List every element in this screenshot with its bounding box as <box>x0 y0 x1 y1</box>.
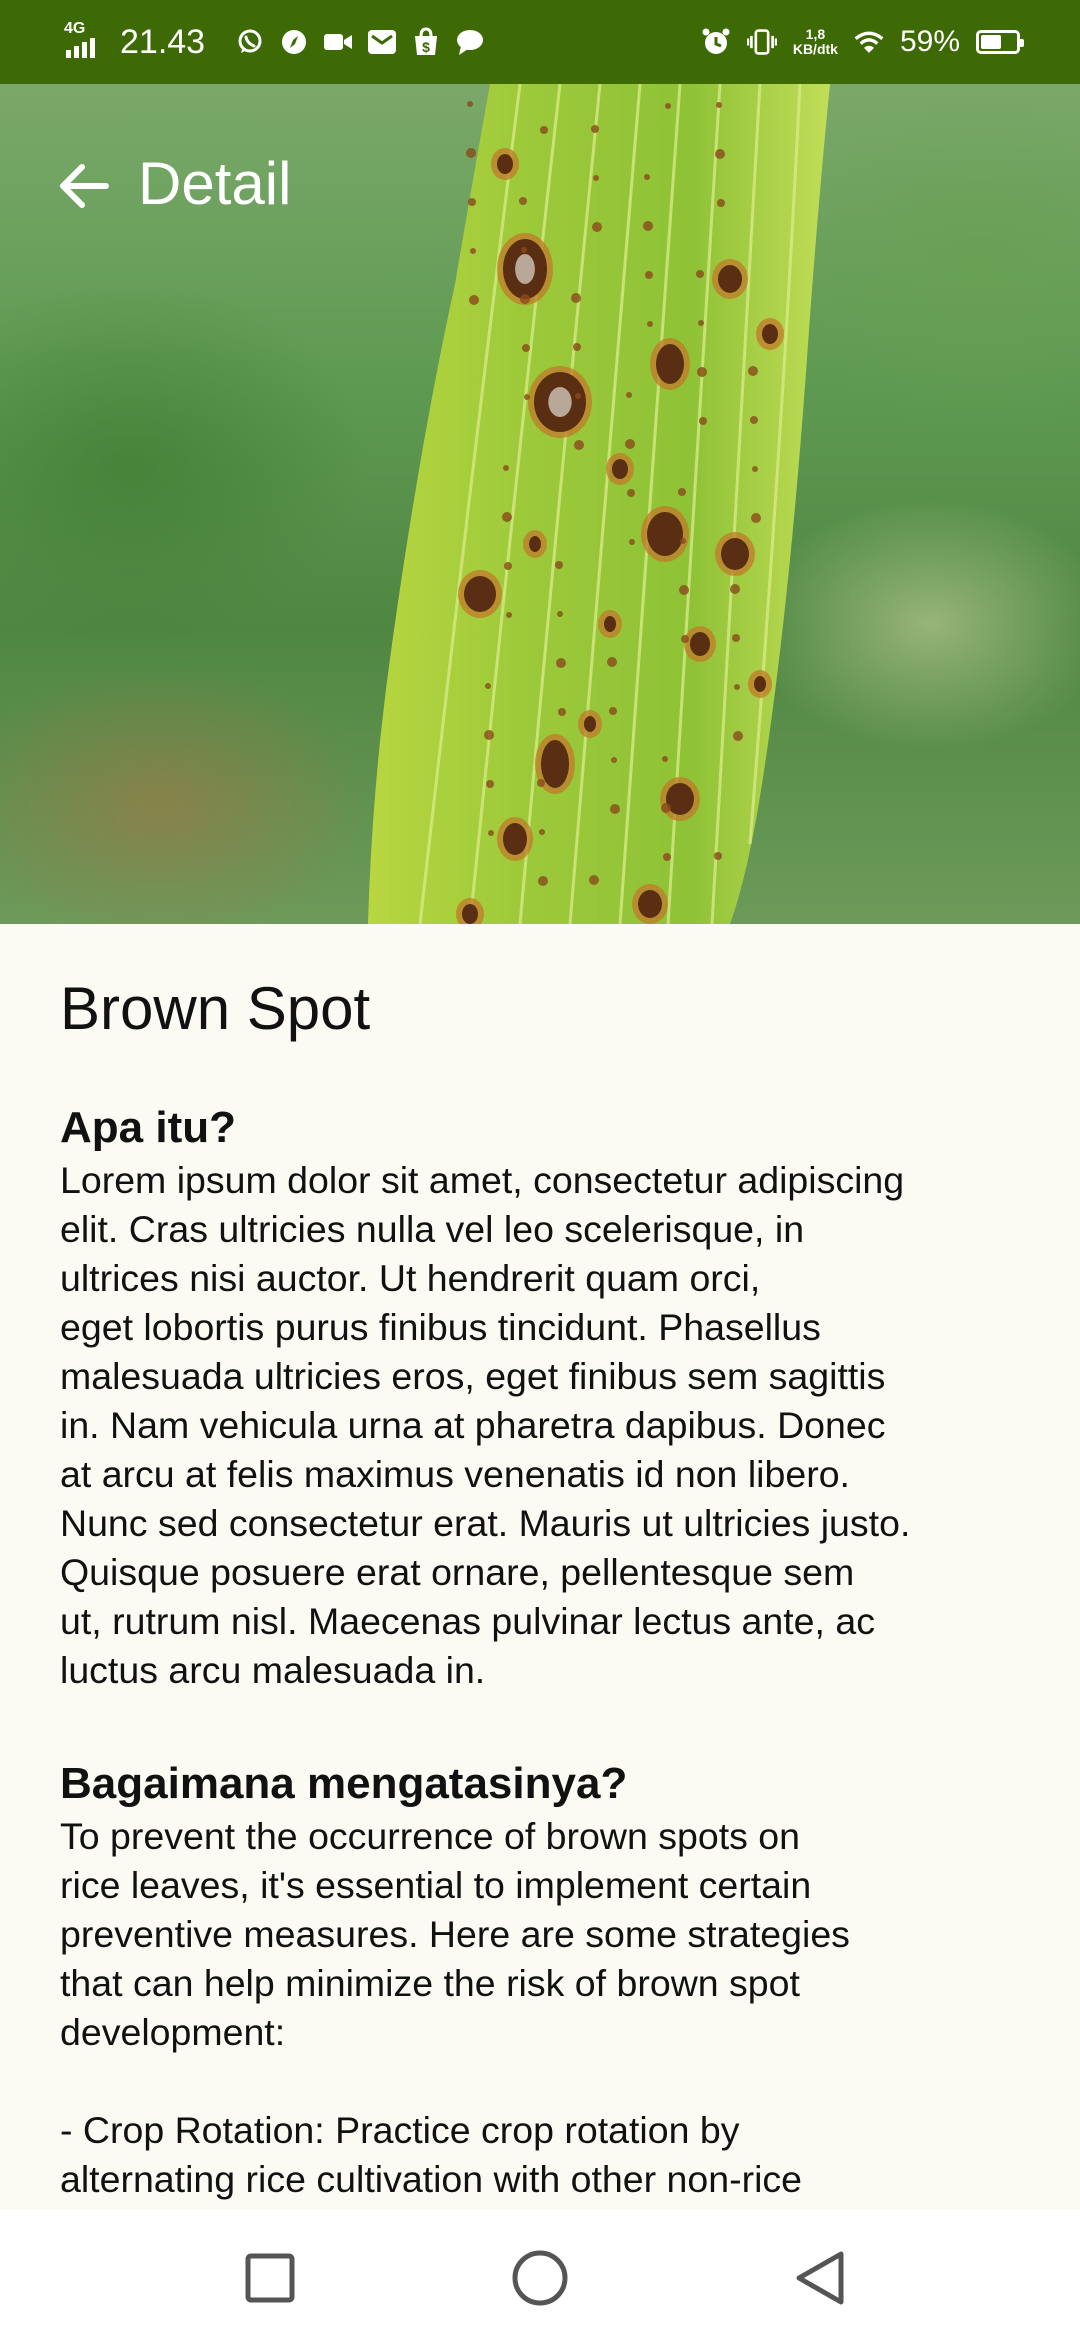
section-heading: Apa itu? <box>60 1103 236 1152</box>
cellular-signal-icon: 4G <box>64 20 106 62</box>
battery-icon <box>976 30 1024 54</box>
back-triangle-icon <box>796 2251 844 2305</box>
section-body: To prevent the occurrence of brown spots… <box>60 1815 850 2200</box>
detail-content[interactable]: Brown Spot Apa itu? Lorem ipsum dolor si… <box>60 924 1030 2210</box>
back-button[interactable] <box>52 154 116 218</box>
app-bar: Detail <box>0 84 1080 280</box>
gmail-icon <box>367 27 397 57</box>
network-speed-unit: KB/dtk <box>792 41 838 57</box>
status-bar-right: 1,8 KB/dtk 59% <box>701 16 1024 68</box>
status-bar-left: 4G 21.43 $ <box>64 16 485 68</box>
arrow-left-icon <box>60 164 109 208</box>
disease-name: Brown Spot <box>60 975 371 1042</box>
battery-percentage: 59% <box>899 25 960 58</box>
svg-text:$: $ <box>422 39 430 55</box>
shop-icon: $ <box>411 27 441 57</box>
status-time: 21.43 <box>120 22 206 61</box>
network-speed: 1,8 KB/dtk <box>793 27 838 57</box>
recents-button[interactable] <box>230 2238 310 2318</box>
compass-icon <box>279 27 309 57</box>
section-body: Lorem ipsum dolor sit amet, consectetur … <box>60 1159 911 1691</box>
vibrate-icon <box>746 27 777 57</box>
section-what-is-it: Apa itu? Lorem ipsum dolor sit amet, con… <box>60 1102 910 1695</box>
recents-square-icon <box>245 2253 295 2303</box>
network-speed-value: 1,8 <box>805 26 826 42</box>
home-circle-icon <box>512 2250 568 2306</box>
page-title: Detail <box>138 150 292 217</box>
chat-icon <box>455 27 485 57</box>
section-heading: Bagaimana mengatasinya? <box>60 1759 628 1808</box>
status-bar: 4G 21.43 $ 1,8 KB/dtk 59% <box>0 0 1080 84</box>
whatsapp-icon <box>235 27 265 57</box>
back-nav-button[interactable] <box>780 2238 860 2318</box>
system-navigation-bar <box>0 2210 1080 2340</box>
home-button[interactable] <box>500 2238 580 2318</box>
video-icon <box>323 27 353 57</box>
alarm-icon <box>701 27 731 57</box>
wifi-icon <box>854 27 884 57</box>
network-type: 4G <box>64 20 86 37</box>
section-how-to-treat: Bagaimana mengatasinya? To prevent the o… <box>60 1758 850 2204</box>
